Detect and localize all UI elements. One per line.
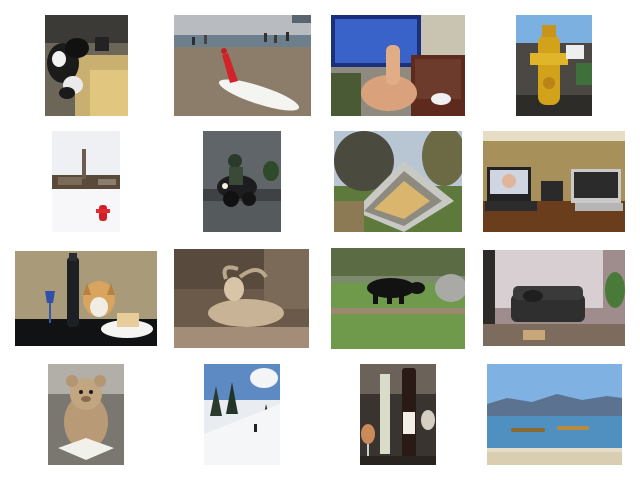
thumbs-up-monitor-image [331,15,465,116]
wine-bottles-thumbnail[interactable] [360,364,436,465]
image-grid [0,0,640,480]
boats-on-lake-image [487,364,622,465]
beach-surfboard-thumbnail[interactable] [174,15,311,116]
cows-in-barn-thumbnail[interactable] [45,15,128,116]
black-bear-image [331,248,465,349]
mountain-goat-image [174,249,309,348]
black-bear-thumbnail[interactable] [331,248,465,349]
couch-living-room-image [483,250,625,346]
yellow-hydrant-thumbnail[interactable] [516,15,592,116]
thumbs-up-monitor-thumbnail[interactable] [331,15,465,116]
teddy-bear-book-thumbnail[interactable] [48,364,124,465]
yellow-hydrant-image [516,15,592,116]
motorcycle-rider-thumbnail[interactable] [203,131,281,232]
mountain-goat-thumbnail[interactable] [174,249,309,348]
office-laptops-thumbnail[interactable] [483,131,625,232]
couch-living-room-thumbnail[interactable] [483,250,625,346]
snowy-slope-trees-image [204,364,280,465]
snow-hydrant-image [52,131,120,232]
teddy-bear-book-image [48,364,124,465]
snow-hydrant-thumbnail[interactable] [52,131,120,232]
dog-wine-cake-thumbnail[interactable] [15,251,157,346]
beach-surfboard-image [174,15,311,116]
office-laptops-image [483,131,625,232]
boats-on-lake-thumbnail[interactable] [487,364,622,465]
tilted-house-sculpture-thumbnail[interactable] [334,131,462,232]
snowy-slope-trees-thumbnail[interactable] [204,364,280,465]
wine-bottles-image [360,364,436,465]
motorcycle-rider-image [203,131,281,232]
dog-wine-cake-image [15,251,157,346]
tilted-house-sculpture-image [334,131,462,232]
cows-in-barn-image [45,15,128,116]
